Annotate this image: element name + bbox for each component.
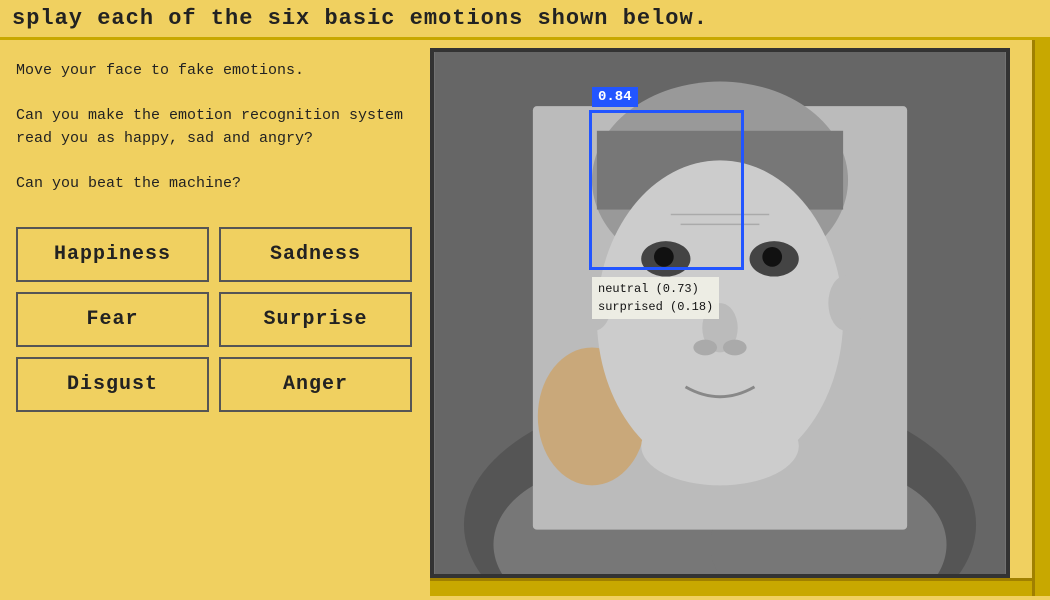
main-layout: Move your face to fake emotions. Can you… (0, 40, 1050, 596)
instruction-line-2: Can you make the emotion recognition sys… (16, 105, 412, 150)
emotion-grid: Happiness Sadness Fear Surprise Disgust … (16, 227, 412, 412)
detection-label-0: neutral (0.73) (598, 280, 713, 298)
camera-frame: 0.84 neutral (0.73) surprised (0.18) (430, 48, 1010, 578)
instruction-line-1: Move your face to fake emotions. (16, 60, 412, 83)
instruction-line-3: Can you beat the machine? (16, 173, 412, 196)
emotion-btn-fear[interactable]: Fear (16, 292, 209, 347)
confidence-badge: 0.84 (592, 87, 638, 107)
emotion-btn-anger[interactable]: Anger (219, 357, 412, 412)
left-panel: Move your face to fake emotions. Can you… (0, 40, 430, 596)
header-bar: splay each of the six basic emotions sho… (0, 0, 1050, 40)
detection-label-1: surprised (0.18) (598, 298, 713, 316)
instruction-block: Move your face to fake emotions. Can you… (16, 60, 412, 195)
right-panel: 0.84 neutral (0.73) surprised (0.18) (430, 40, 1050, 596)
bottom-accent (430, 578, 1032, 596)
emotion-btn-surprise[interactable]: Surprise (219, 292, 412, 347)
face-detection-box: 0.84 neutral (0.73) surprised (0.18) (589, 110, 744, 270)
emotion-btn-sadness[interactable]: Sadness (219, 227, 412, 282)
detection-labels: neutral (0.73) surprised (0.18) (592, 277, 719, 319)
header-text: splay each of the six basic emotions sho… (12, 6, 708, 31)
emotion-btn-happiness[interactable]: Happiness (16, 227, 209, 282)
right-border-accent (1032, 40, 1050, 596)
emotion-btn-disgust[interactable]: Disgust (16, 357, 209, 412)
